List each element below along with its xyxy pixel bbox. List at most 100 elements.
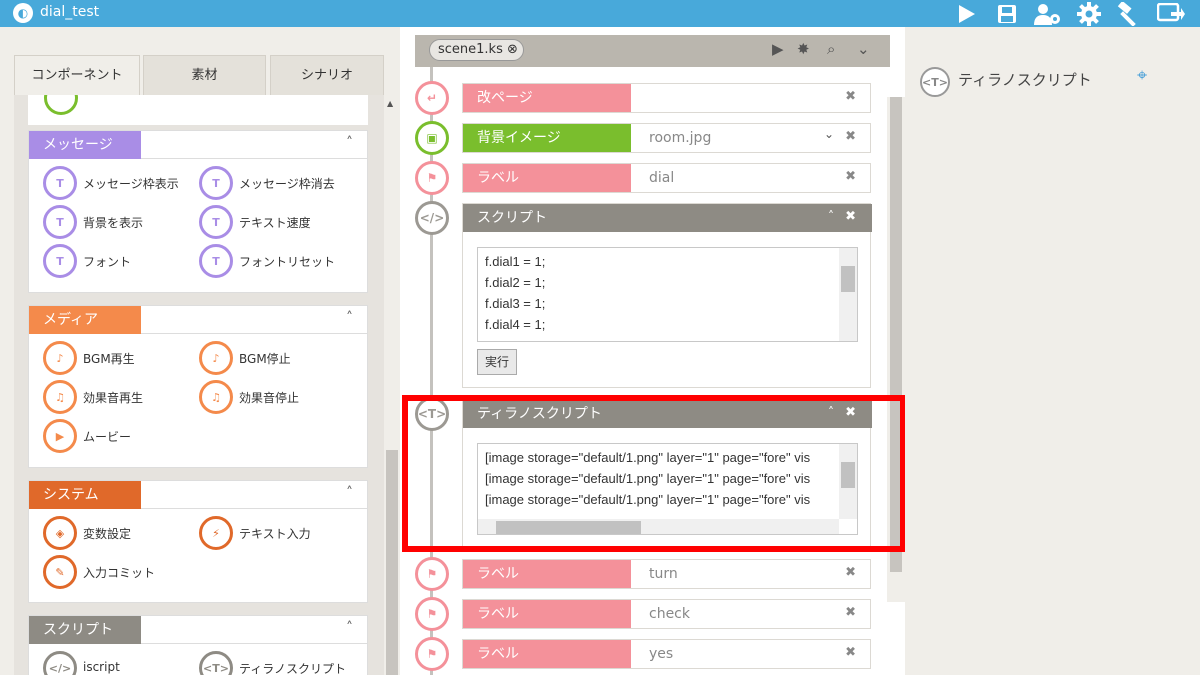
- block-value[interactable]: check: [649, 606, 690, 622]
- block-value[interactable]: yes: [649, 646, 673, 662]
- close-icon[interactable]: ✖: [845, 605, 856, 620]
- close-tab-icon[interactable]: ⊗: [507, 42, 518, 57]
- block-5[interactable]: ラベル turn ✖: [462, 559, 871, 589]
- dropdown-icon[interactable]: ⌄: [824, 127, 834, 141]
- property-title: ティラノスクリプト: [958, 71, 1092, 89]
- code-editor[interactable]: [image storage="default/1.png" layer="1"…: [477, 443, 858, 535]
- category-title: メディア: [29, 306, 141, 334]
- tyranoscript-icon: <T>: [920, 67, 950, 97]
- category-header[interactable]: スクリプト ˄: [29, 616, 367, 644]
- chevron-down-icon[interactable]: ⌄: [857, 40, 870, 58]
- tab-scenario[interactable]: シナリオ: [270, 55, 384, 95]
- chevron-up-icon[interactable]: ˄: [346, 135, 353, 151]
- block-1[interactable]: 背景イメージ room.jpg ⌄ ✖: [462, 123, 871, 153]
- collapse-icon[interactable]: ˄: [828, 209, 834, 223]
- close-icon[interactable]: ✖: [845, 405, 856, 420]
- component-panel: コンポーネント 素材 シナリオ メッセージ ˄ T メッセージ枠表示 T メッセージ枠消去…: [14, 55, 400, 675]
- message-window-show-icon: T: [43, 166, 77, 200]
- component-item[interactable]: <T> ティラノスクリプト: [199, 651, 359, 675]
- component-scrollbar[interactable]: ▲: [384, 95, 400, 675]
- title-bar: ◐ dial_test: [0, 0, 1200, 27]
- block-6[interactable]: ラベル check ✖: [462, 599, 871, 629]
- close-icon[interactable]: ✖: [845, 565, 856, 580]
- close-icon[interactable]: ✖: [845, 209, 856, 224]
- build-icon[interactable]: [1113, 0, 1147, 27]
- block-value[interactable]: room.jpg: [649, 130, 711, 146]
- component-label: 背景を表示: [83, 216, 144, 230]
- show-background-icon: T: [43, 205, 77, 239]
- property-panel: <T> ティラノスクリプト ⌖: [905, 55, 1200, 675]
- tyranoscript-icon: <T>: [415, 397, 449, 431]
- code-horizontal-thumb[interactable]: [496, 521, 641, 534]
- code-line: f.dial3 = 1;: [485, 296, 546, 311]
- category-1: メディア ˄ ♪ BGM再生 ♪ BGM停止 ♫ 効果音再生 ♫ 効果音停止 ▶ ムービー: [28, 305, 368, 468]
- component-item[interactable]: </> iscript: [43, 651, 203, 675]
- search-icon[interactable]: ⌕: [827, 40, 835, 58]
- text-speed-icon: T: [199, 205, 233, 239]
- block-2[interactable]: ラベル dial ✖: [462, 163, 871, 193]
- code-horizontal-scrollbar[interactable]: [478, 519, 839, 534]
- component-item[interactable]: T メッセージ枠表示: [43, 166, 203, 200]
- component-label: ティラノスクリプト: [239, 662, 347, 675]
- label-flag-icon: ⚑: [415, 637, 449, 671]
- save-icon[interactable]: [990, 0, 1024, 27]
- code-scrollbar-thumb[interactable]: [841, 462, 855, 488]
- block-7[interactable]: ラベル yes ✖: [462, 639, 871, 669]
- category-header[interactable]: メッセージ ˄: [29, 131, 367, 159]
- pin-icon[interactable]: ⌖: [1137, 65, 1147, 86]
- debug-icon[interactable]: ✸: [797, 40, 810, 58]
- collapse-icon[interactable]: ˄: [828, 405, 834, 419]
- component-item[interactable]: T テキスト速度: [199, 205, 359, 239]
- input-commit-icon: ✎: [43, 555, 77, 589]
- component-item[interactable]: ♫ 効果音停止: [199, 380, 359, 414]
- code-editor[interactable]: f.dial1 = 1; f.dial2 = 1; f.dial3 = 1; f.di…: [477, 247, 858, 342]
- component-item[interactable]: ⚡ テキスト入力: [199, 516, 359, 550]
- chevron-up-icon[interactable]: ˄: [346, 310, 353, 326]
- export-icon[interactable]: [1154, 0, 1188, 27]
- app-title: dial_test: [40, 4, 100, 20]
- component-item[interactable]: ♪ BGM停止: [199, 341, 359, 375]
- category-header[interactable]: システム ˄: [29, 481, 367, 509]
- component-item[interactable]: ✎ 入力コミット: [43, 555, 203, 589]
- component-item[interactable]: T フォント: [43, 244, 203, 278]
- block-3[interactable]: スクリプト ˄ ✖ f.dial1 = 1; f.dial2 = 1; f.dial3 =…: [462, 203, 872, 388]
- block-4[interactable]: ティラノスクリプト ˄ ✖ [image storage="default/1.png…: [462, 399, 872, 547]
- component-item[interactable]: ▶ ムービー: [43, 419, 203, 453]
- code-scrollbar[interactable]: [839, 248, 857, 341]
- category-3: スクリプト ˄ </> iscript <T> ティラノスクリプト: [28, 615, 368, 675]
- block-value[interactable]: turn: [649, 566, 678, 582]
- code-scrollbar-thumb[interactable]: [841, 266, 855, 292]
- chevron-up-icon[interactable]: ˄: [346, 620, 353, 636]
- component-label: フォントリセット: [239, 255, 336, 269]
- tab-materials[interactable]: 素材: [143, 55, 266, 95]
- chevron-up-icon[interactable]: ˄: [346, 485, 353, 501]
- category-title: システム: [29, 481, 141, 509]
- label-flag-icon: ⚑: [415, 161, 449, 195]
- code-scrollbar[interactable]: [839, 444, 857, 519]
- tab-components[interactable]: コンポーネント: [14, 55, 140, 95]
- bgm-play-icon: ♪: [43, 341, 77, 375]
- component-item[interactable]: T フォントリセット: [199, 244, 359, 278]
- component-item[interactable]: ♫ 効果音再生: [43, 380, 203, 414]
- component-item[interactable]: T 背景を表示: [43, 205, 203, 239]
- block-0[interactable]: 改ページ ✖: [462, 83, 871, 113]
- run-button[interactable]: 実行: [477, 349, 517, 375]
- scene-file-tab[interactable]: scene1.ks ⊗: [429, 39, 524, 61]
- editor-scrollbar[interactable]: [887, 97, 905, 602]
- component-item[interactable]: ◈ 変数設定: [43, 516, 203, 550]
- close-icon[interactable]: ✖: [845, 645, 856, 660]
- close-icon[interactable]: ✖: [845, 129, 856, 144]
- run-icon[interactable]: [949, 0, 983, 27]
- category-header[interactable]: メディア ˄: [29, 306, 367, 334]
- close-icon[interactable]: ✖: [845, 89, 856, 104]
- users-settings-icon[interactable]: [1031, 0, 1065, 27]
- close-icon[interactable]: ✖: [845, 169, 856, 184]
- component-item[interactable]: T メッセージ枠消去: [199, 166, 359, 200]
- component-list: メッセージ ˄ T メッセージ枠表示 T メッセージ枠消去 T 背景を表示 T テキスト速度 T フォ…: [14, 95, 384, 675]
- play-scene-icon[interactable]: ▶: [772, 40, 784, 58]
- gear-icon[interactable]: [1072, 0, 1106, 27]
- component-item[interactable]: ♪ BGM再生: [43, 341, 203, 375]
- font-icon: T: [43, 244, 77, 278]
- iscript-icon: </>: [43, 651, 77, 675]
- block-value[interactable]: dial: [649, 170, 674, 186]
